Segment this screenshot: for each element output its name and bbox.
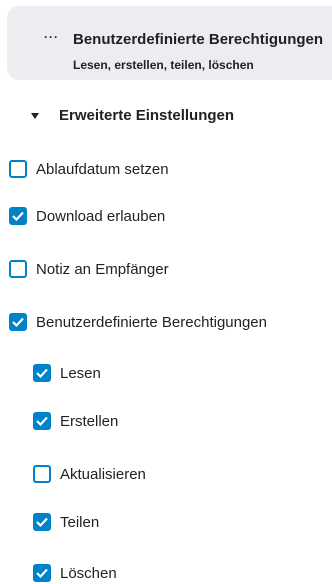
checkmark-icon xyxy=(36,568,48,578)
allow-download-label: Download erlauben xyxy=(36,207,166,225)
permission-update-label: Aktualisieren xyxy=(60,465,146,483)
permission-delete-label: Löschen xyxy=(60,564,117,582)
expiration-date-option[interactable]: Ablaufdatum setzen xyxy=(9,160,169,178)
expiration-date-label: Ablaufdatum setzen xyxy=(36,160,169,178)
permission-delete-checkbox[interactable] xyxy=(33,564,51,582)
checkmark-icon xyxy=(36,368,48,378)
permission-card-subtitle: Lesen, erstellen, teilen, löschen xyxy=(73,58,254,72)
caret-down-icon xyxy=(31,112,39,119)
permission-read-checkbox[interactable] xyxy=(33,364,51,382)
note-to-recipient-checkbox[interactable] xyxy=(9,260,27,278)
more-options-icon[interactable]: ··· xyxy=(44,30,59,44)
checkmark-icon xyxy=(12,211,24,221)
custom-permissions-option[interactable]: Benutzerdefinierte Berechtigungen xyxy=(9,313,267,331)
custom-permissions-card[interactable]: ··· Benutzerdefinierte Berechtigungen Le… xyxy=(7,6,332,80)
permission-share-label: Teilen xyxy=(60,513,100,531)
permission-create-checkbox[interactable] xyxy=(33,412,51,430)
custom-permissions-checkbox[interactable] xyxy=(9,313,27,331)
permission-create-option[interactable]: Erstellen xyxy=(33,412,118,430)
allow-download-checkbox[interactable] xyxy=(9,207,27,225)
permission-update-option[interactable]: Aktualisieren xyxy=(33,465,146,483)
checkmark-icon xyxy=(12,317,24,327)
permission-update-checkbox[interactable] xyxy=(33,465,51,483)
permission-read-option[interactable]: Lesen xyxy=(33,364,101,382)
permission-create-label: Erstellen xyxy=(60,412,119,430)
permission-card-title: Benutzerdefinierte Berechtigungen xyxy=(73,31,324,48)
permission-delete-option[interactable]: Löschen xyxy=(33,564,117,582)
custom-permissions-label: Benutzerdefinierte Berechtigungen xyxy=(36,313,267,331)
advanced-settings-label: Erweiterte Einstellungen xyxy=(59,107,235,124)
expiration-date-checkbox[interactable] xyxy=(9,160,27,178)
permission-share-checkbox[interactable] xyxy=(33,513,51,531)
checkmark-icon xyxy=(36,517,48,527)
permission-read-label: Lesen xyxy=(60,364,101,382)
note-to-recipient-option[interactable]: Notiz an Empfänger xyxy=(9,260,169,278)
permission-share-option[interactable]: Teilen xyxy=(33,513,99,531)
checkmark-icon xyxy=(36,416,48,426)
advanced-settings-toggle[interactable]: Erweiterte Einstellungen xyxy=(31,107,234,124)
note-to-recipient-label: Notiz an Empfänger xyxy=(36,260,169,278)
allow-download-option[interactable]: Download erlauben xyxy=(9,207,165,225)
